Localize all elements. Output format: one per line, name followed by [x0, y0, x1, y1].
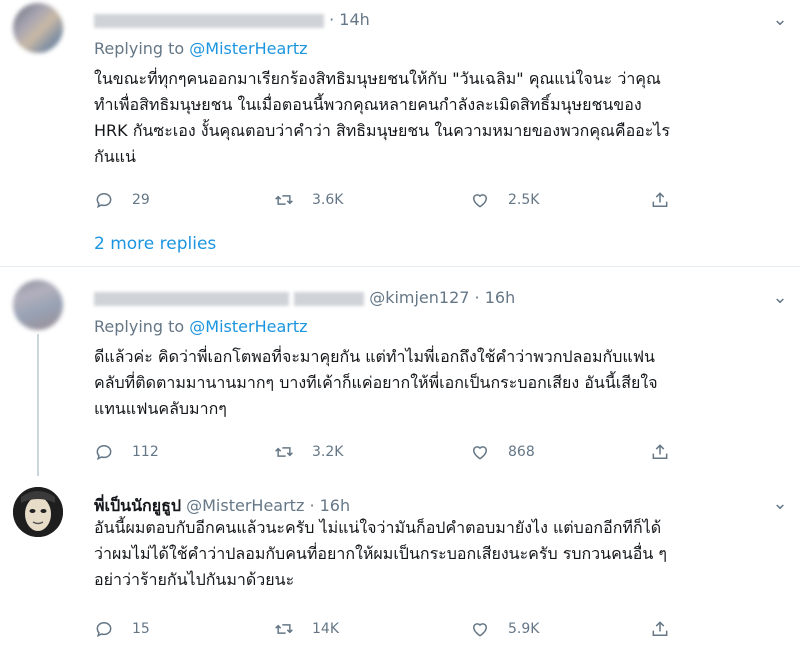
- more-replies-link[interactable]: 2 more replies: [94, 234, 216, 254]
- like-button[interactable]: 5.9K: [470, 617, 539, 641]
- reply-button[interactable]: 29: [94, 188, 150, 212]
- separator: ·: [329, 10, 335, 29]
- reply-button[interactable]: 15: [94, 617, 150, 641]
- tweet-text-line: ว่าผมไม่ได้ใช้คำว่าปลอมกับคนที่อยากให้ผม…: [94, 544, 667, 563]
- reply-count: 29: [132, 192, 150, 208]
- timestamp[interactable]: 14h: [339, 10, 370, 29]
- like-button[interactable]: 868: [470, 440, 535, 464]
- tweet-actions: 112 3.2K 868: [94, 440, 714, 464]
- retweet-icon: [275, 195, 293, 205]
- reply-count: 112: [132, 444, 159, 460]
- like-count: 2.5K: [508, 192, 540, 208]
- tweet-text: ดีแล้วค่ะ คิดว่าพี่เอกโตพอที่จะมาคุยกัน …: [94, 344, 658, 422]
- separator: ·: [474, 288, 480, 307]
- chevron-down-icon[interactable]: ⌄: [770, 494, 790, 514]
- blurred-name: [94, 291, 289, 306]
- like-count: 5.9K: [508, 621, 540, 637]
- heart-icon: [472, 623, 488, 637]
- avatar[interactable]: [13, 487, 63, 537]
- timestamp[interactable]: 16h: [485, 288, 516, 307]
- reply-icon: [96, 192, 112, 209]
- reply-count: 15: [132, 621, 150, 637]
- retweet-count: 14K: [312, 621, 339, 637]
- reply-icon: [96, 444, 112, 461]
- replying-to: Replying to @MisterHeartz: [94, 39, 308, 58]
- share-button[interactable]: [650, 188, 670, 212]
- retweet-icon: [275, 624, 293, 634]
- retweet-icon: [275, 447, 293, 457]
- user-handle[interactable]: @kimjen127: [369, 288, 469, 307]
- share-button[interactable]: [650, 617, 670, 641]
- tweet-text-line: ดีแล้วค่ะ คิดว่าพี่เอกโตพอที่จะมาคุยกัน …: [94, 347, 655, 366]
- share-icon: [652, 192, 668, 207]
- retweet-count: 3.6K: [312, 192, 344, 208]
- heart-icon: [472, 446, 488, 460]
- share-button[interactable]: [650, 440, 670, 464]
- replying-to: Replying to @MisterHeartz: [94, 317, 308, 336]
- tweet-text-line: อย่าว่าร้ายกันไปกันมาด้วยนะ: [94, 570, 295, 589]
- display-name[interactable]: พี่เป็นนักยูธูป: [94, 496, 181, 515]
- divider: [0, 266, 800, 267]
- tweet-text-line: ในขณะที่ทุกๆคนออกมาเรียกร้องสิทธิมนุษยชน…: [94, 69, 661, 88]
- heart-icon: [472, 194, 488, 208]
- share-icon: [652, 444, 668, 459]
- blurred-name: [294, 291, 365, 306]
- share-icon: [652, 621, 668, 636]
- tweet-text-line: อันนี้ผมตอบกับอีกคนแล้วนะครับ ไม่แน่ใจว่…: [94, 518, 662, 537]
- tweet-text-line: คลับที่ติดตามมานานมากๆ บางทีเค้าก็แค่อยา…: [94, 373, 658, 392]
- like-count: 868: [508, 444, 535, 460]
- retweet-button[interactable]: 14K: [274, 617, 339, 641]
- mention-link[interactable]: @MisterHeartz: [189, 317, 307, 336]
- chevron-down-icon[interactable]: ⌄: [770, 288, 790, 308]
- blurred-name: [94, 13, 324, 28]
- tweet-header: · 14h: [94, 10, 370, 29]
- thread-line: [37, 334, 39, 476]
- tweet-text: อันนี้ผมตอบกับอีกคนแล้วนะครับ ไม่แน่ใจว่…: [94, 515, 667, 593]
- reply-icon: [96, 621, 112, 638]
- avatar[interactable]: [13, 3, 63, 53]
- mask-avatar-image: [13, 487, 63, 537]
- tweet-text-line: HRK กันซะเอง งั้นคุณตอบว่าคำว่า สิทธิมนุ…: [94, 121, 671, 140]
- tweet-text: ในขณะที่ทุกๆคนออกมาเรียกร้องสิทธิมนุษยชน…: [94, 66, 670, 170]
- timestamp[interactable]: 16h: [320, 496, 351, 515]
- tweet-text-line: กันแน่: [94, 147, 136, 166]
- retweet-button[interactable]: 3.2K: [274, 440, 343, 464]
- tweet-actions: 15 14K 5.9K: [94, 617, 714, 641]
- tweet-text-line: ทำเพื่อสิทธิมนุษยชน ในเมื่อตอนนี้พวกคุณห…: [94, 95, 642, 114]
- retweet-button[interactable]: 3.6K: [274, 188, 343, 212]
- chevron-down-icon[interactable]: ⌄: [770, 10, 790, 30]
- user-handle[interactable]: @MisterHeartz: [186, 496, 304, 515]
- tweet-actions: 29 3.6K 2.5K: [94, 188, 714, 212]
- mention-link[interactable]: @MisterHeartz: [189, 39, 307, 58]
- tweet-text-line: แทนแฟนคลับมากๆ: [94, 399, 227, 418]
- reply-button[interactable]: 112: [94, 440, 159, 464]
- separator: ·: [309, 496, 315, 515]
- like-button[interactable]: 2.5K: [470, 188, 539, 212]
- tweet-header: @kimjen127 · 16h: [94, 288, 515, 307]
- avatar[interactable]: [13, 280, 63, 330]
- retweet-count: 3.2K: [312, 444, 344, 460]
